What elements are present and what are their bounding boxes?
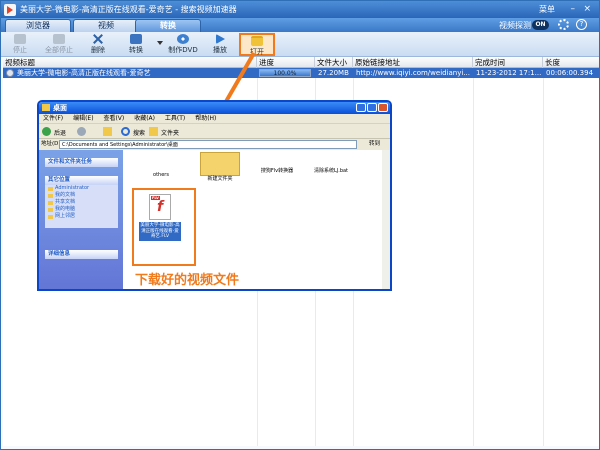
folder-icon xyxy=(42,104,50,111)
explorer-title-bar: 桌面 xyxy=(39,102,390,114)
task-pane: 文件和文件夹任务 其它位置 Administrator 我的文档 共享文档 我的… xyxy=(39,150,123,289)
menu-favorites[interactable]: 收藏(A) xyxy=(134,115,155,122)
place-shared-documents[interactable]: 共享文档 xyxy=(45,199,118,206)
back-label: 后退 xyxy=(54,130,67,137)
forward-icon[interactable] xyxy=(77,127,86,136)
other-places-title[interactable]: 其它位置 xyxy=(45,176,118,185)
menu-help[interactable]: 帮助(H) xyxy=(195,115,216,122)
menu-file[interactable]: 文件(F) xyxy=(43,115,63,122)
file-tasks-panel: 文件和文件夹任务 xyxy=(45,158,118,167)
explorer-window: 桌面 文件(F) 编辑(E) 查看(V) 收藏(A) 工具(T) 帮助(H) 后… xyxy=(37,100,392,291)
menu-tools[interactable]: 工具(T) xyxy=(165,115,185,122)
explorer-toolbar: 后退 搜索 文件夹 xyxy=(39,124,390,139)
address-input[interactable]: C:\Documents and Settings\Administrator\… xyxy=(59,140,357,149)
folder-icon xyxy=(200,152,240,176)
file-new-folder[interactable]: 新建文件夹 xyxy=(197,152,243,182)
search-label: 搜索 xyxy=(133,130,146,137)
highlight-box xyxy=(132,188,196,266)
file-label: 新建文件夹 xyxy=(207,176,233,182)
explorer-close-button[interactable] xyxy=(378,103,388,112)
place-my-computer[interactable]: 我的电脑 xyxy=(45,206,118,213)
file-clean-bat[interactable]: 清除系统LJ.bat xyxy=(307,168,355,174)
explorer-title: 桌面 xyxy=(53,104,67,112)
search-icon[interactable] xyxy=(121,127,130,136)
file-tasks-title[interactable]: 文件和文件夹任务 xyxy=(45,158,118,167)
go-button[interactable]: 转到 xyxy=(369,139,380,150)
address-label: 地址(D) xyxy=(41,141,61,147)
callout-text: 下载好的视频文件 xyxy=(135,273,240,288)
address-bar: 地址(D) C:\Documents and Settings\Administ… xyxy=(39,139,390,150)
other-places-panel: 其它位置 Administrator 我的文档 共享文档 我的电脑 网上邻居 xyxy=(45,176,118,228)
menu-edit[interactable]: 编辑(E) xyxy=(73,115,93,122)
place-network[interactable]: 网上邻居 xyxy=(45,213,118,220)
back-icon[interactable] xyxy=(42,127,51,136)
place-administrator[interactable]: Administrator xyxy=(45,185,118,192)
menu-view[interactable]: 查看(V) xyxy=(103,115,124,122)
app-window: 美丽大学-微电影-高清正版在线观看-爱奇艺 - 搜索视频加速器 菜单 – × 浏… xyxy=(0,0,600,450)
file-others[interactable]: others xyxy=(141,172,181,178)
explorer-scrollbar[interactable] xyxy=(382,150,390,289)
details-title[interactable]: 详细信息 xyxy=(45,250,118,259)
explorer-minimize-button[interactable] xyxy=(356,103,366,112)
details-panel: 详细信息 xyxy=(45,250,118,259)
explorer-maximize-button[interactable] xyxy=(367,103,377,112)
folders-icon[interactable] xyxy=(149,127,158,136)
explorer-menu-bar: 文件(F) 编辑(E) 查看(V) 收藏(A) 工具(T) 帮助(H) xyxy=(39,114,390,124)
place-my-documents[interactable]: 我的文档 xyxy=(45,192,118,199)
up-folder-icon[interactable] xyxy=(103,127,112,136)
file-flv-converter[interactable]: 搜狗Flv转换器 xyxy=(253,168,301,174)
folders-label: 文件夹 xyxy=(161,130,180,137)
